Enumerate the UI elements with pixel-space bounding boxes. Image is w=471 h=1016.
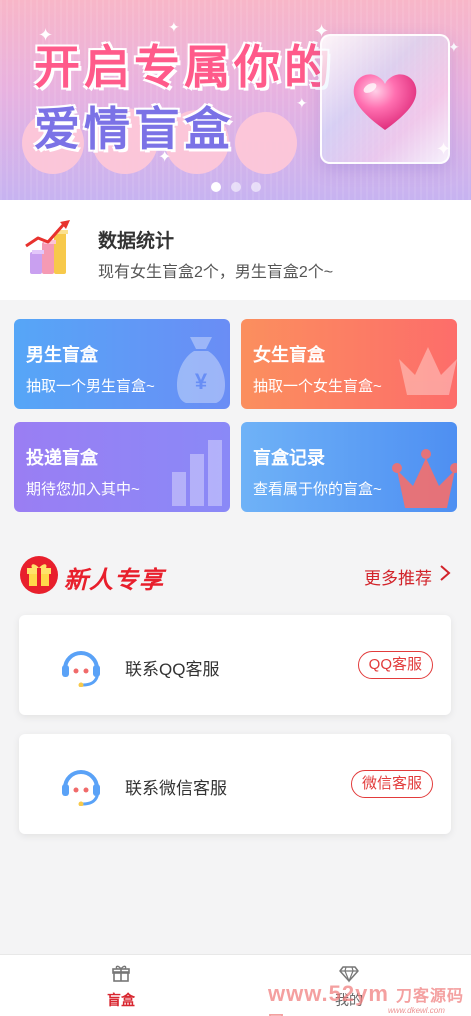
hero-banner[interactable]: 开启专属你的 爱情盲盒 ✦ ✦ ✦ ✦ ✦ ✦ ✦ — [0, 0, 471, 200]
gift-badge-icon — [20, 556, 58, 594]
carousel-dot[interactable] — [250, 182, 261, 192]
card-subtitle: 期待您加入其中~ — [26, 481, 140, 498]
headset-icon — [62, 770, 100, 806]
card-title: 盲盒记录 — [253, 448, 325, 468]
glass-cube-illustration — [320, 34, 450, 164]
sparkle-icon: ✦ — [158, 149, 172, 166]
card-subtitle: 抽取一个女生盲盒~ — [253, 378, 382, 395]
tab-blind-box[interactable]: 盲盒 — [61, 955, 181, 1016]
sparkle-icon: ✦ — [296, 95, 308, 111]
carousel-dot[interactable] — [210, 182, 221, 192]
submit-box-card[interactable]: 投递盲盒 期待您加入其中~ — [14, 422, 230, 512]
carousel-indicator[interactable] — [0, 182, 471, 192]
wechat-service-card[interactable]: 联系微信客服 微信客服 — [19, 734, 451, 834]
chevron-right-icon[interactable] — [438, 563, 452, 583]
female-box-card[interactable]: 女生盲盒 抽取一个女生盲盒~ — [241, 319, 457, 409]
watermark-text: www.52ym — [268, 981, 389, 1006]
headset-icon — [62, 651, 100, 687]
banner-subheadline: 爱情盲盒 — [34, 103, 234, 155]
qq-service-card[interactable]: 联系QQ客服 QQ客服 — [19, 615, 451, 715]
card-subtitle: 查看属于你的盲盒~ — [253, 481, 382, 498]
stats-summary: 现有女生盲盒2个，男生盲盒2个~ — [98, 264, 334, 281]
watermark-url: www.dkewl.com — [388, 1006, 445, 1015]
card-title: 女生盲盒 — [253, 345, 325, 365]
male-box-card[interactable]: 男生盲盒 抽取一个男生盲盒~ ¥ — [14, 319, 230, 409]
sparkle-icon: ✦ — [168, 19, 180, 35]
stats-title: 数据统计 — [98, 231, 175, 252]
diamond-icon — [339, 966, 359, 983]
card-subtitle: 抽取一个男生盲盒~ — [26, 378, 155, 395]
chart-bars-icon — [172, 440, 222, 506]
stats-panel — [0, 200, 471, 300]
crown-icon — [392, 449, 457, 508]
card-title: 男生盲盒 — [26, 345, 98, 365]
crown-icon — [399, 347, 457, 395]
section-title: 新人专享 — [64, 567, 164, 594]
qq-service-button[interactable]: QQ客服 — [357, 651, 433, 679]
svg-text:¥: ¥ — [195, 369, 208, 394]
service-label: 联系QQ客服 — [125, 660, 220, 679]
card-title: 投递盲盒 — [26, 448, 98, 468]
box-history-card[interactable]: 盲盒记录 查看属于你的盲盒~ — [241, 422, 457, 512]
tab-label: 盲盒 — [107, 992, 135, 1008]
heart-icon — [353, 74, 417, 130]
more-recommend-link[interactable]: 更多推荐 — [364, 564, 432, 589]
wechat-service-button[interactable]: 微信客服 — [350, 770, 433, 798]
banner-headline: 开启专属你的 — [34, 41, 334, 93]
bar-chart-icon — [25, 220, 70, 274]
banner-bubble — [235, 112, 297, 174]
sparkle-icon: ✦ — [38, 25, 54, 45]
money-bag-icon: ¥ — [176, 337, 226, 403]
carousel-dot[interactable] — [230, 182, 241, 192]
gift-icon — [112, 965, 130, 982]
service-label: 联系微信客服 — [125, 779, 227, 798]
